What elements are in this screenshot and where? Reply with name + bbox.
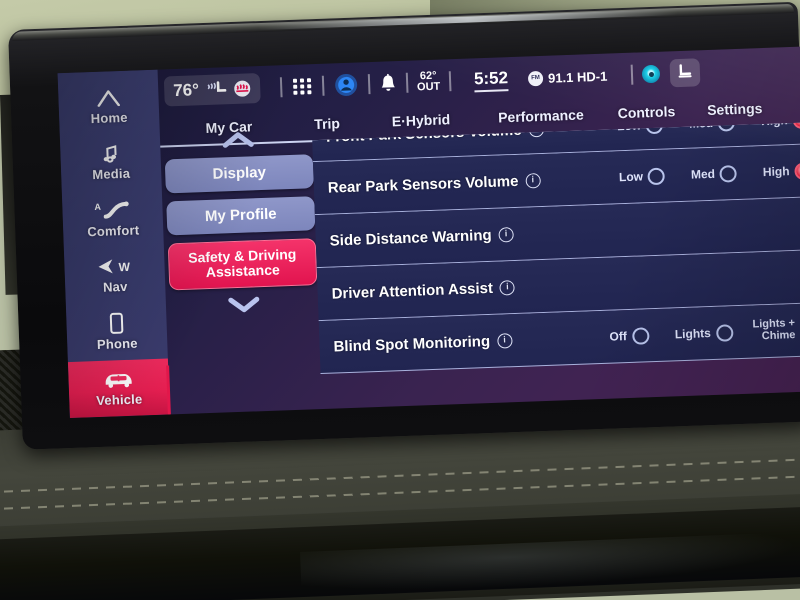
heated-seat-icon[interactable]	[206, 80, 227, 99]
vehicle-interior-scene: Home Media A Comfort W Nav Phone Vehicle…	[0, 0, 800, 600]
option-label: Low	[618, 169, 644, 184]
svg-text:A: A	[94, 202, 101, 212]
radio-station-label: 91.1 HD-1	[547, 68, 608, 86]
option-label: Lights + Chime	[752, 317, 796, 343]
rail-item-nav[interactable]: W Nav	[64, 245, 166, 305]
radio-button[interactable]	[631, 326, 650, 345]
settings-submenu: Display My Profile Safety & Driving Assi…	[164, 124, 322, 414]
setting-label-wrap: Driver Attention Assist i	[317, 268, 800, 303]
option-lights-chime[interactable]: Lights + Chime	[752, 317, 800, 343]
setting-label: Blind Spot Monitoring	[333, 332, 491, 356]
info-icon[interactable]: i	[496, 332, 513, 349]
divider	[279, 77, 283, 98]
rail-label: Media	[92, 165, 131, 183]
divider	[630, 64, 634, 85]
divider	[367, 74, 371, 95]
divider	[448, 71, 452, 92]
chevron-up-icon[interactable]	[212, 126, 265, 154]
tab-trip[interactable]: Trip	[314, 115, 340, 132]
cabin-temperature: 76°	[172, 80, 200, 101]
music-note-icon	[100, 142, 121, 165]
divider	[321, 75, 325, 96]
divider	[405, 72, 409, 93]
option-lights[interactable]: Lights	[674, 323, 734, 343]
info-icon[interactable]: i	[498, 226, 514, 243]
apps-grid-icon[interactable]	[291, 76, 314, 97]
rail-label: Phone	[96, 335, 138, 352]
option-group: Off Lights Lights + Chime	[583, 317, 800, 349]
option-label: High	[762, 163, 790, 179]
tab-performance[interactable]: Performance	[498, 106, 584, 125]
tab-e-hybrid[interactable]: E·Hybrid	[392, 111, 451, 129]
info-icon[interactable]: i	[499, 279, 516, 296]
home-icon	[96, 86, 121, 109]
info-icon[interactable]: i	[525, 172, 541, 189]
radio-button-selected[interactable]	[792, 122, 800, 129]
option-off[interactable]: Off	[609, 326, 650, 345]
outside-temp-label: OUT	[416, 80, 441, 94]
car-icon	[101, 368, 136, 391]
rail-label: Comfort	[87, 222, 140, 240]
option-label: High	[761, 122, 788, 128]
rail-item-media[interactable]: Media	[60, 132, 162, 192]
radio-button-selected[interactable]	[794, 161, 800, 180]
main-nav-rail: Home Media A Comfort W Nav Phone Vehicle	[57, 69, 170, 419]
tab-controls[interactable]: Controls	[617, 103, 675, 121]
option-high[interactable]: High	[761, 122, 800, 130]
option-label: Off	[609, 328, 628, 344]
option-group: Low Med High	[593, 161, 800, 187]
voice-assistant-icon[interactable]	[641, 64, 661, 84]
chevron-down-icon[interactable]	[218, 290, 271, 318]
option-label: Lights	[674, 325, 712, 342]
rail-active-edge	[166, 365, 171, 415]
setting-label: Driver Attention Assist	[331, 279, 494, 303]
setting-label-wrap: Side Distance Warning i	[315, 215, 800, 250]
nav-heading-label: W	[118, 260, 130, 274]
radio-button[interactable]	[719, 164, 738, 183]
settings-list[interactable]: Front Park Sensors Volume i Low Med Rear…	[312, 122, 800, 409]
clock: 5:52	[473, 67, 509, 92]
rail-item-home[interactable]: Home	[58, 76, 160, 136]
submenu-item-safety-driving-assistance[interactable]: Safety & Driving Assistance	[167, 238, 318, 290]
radio-button[interactable]	[647, 167, 666, 185]
phone-icon	[108, 312, 125, 335]
climate-status-pill[interactable]: 76°	[163, 73, 261, 107]
infotainment-screen[interactable]: Home Media A Comfort W Nav Phone Vehicle…	[57, 46, 800, 419]
option-med[interactable]: Med	[690, 164, 738, 184]
setting-label: Rear Park Sensors Volume	[327, 172, 519, 197]
rail-label: Home	[90, 109, 128, 126]
option-high[interactable]: High	[762, 161, 800, 181]
rail-label: Nav	[102, 279, 128, 296]
option-label: Med	[690, 166, 716, 182]
heated-steering-wheel-icon[interactable]	[233, 79, 252, 98]
radio-button[interactable]	[715, 323, 734, 342]
outside-temperature: 62° OUT	[416, 69, 441, 94]
radio-station-indicator[interactable]: FM 91.1 HD-1	[527, 68, 608, 86]
option-low[interactable]: Low	[619, 167, 666, 186]
tab-settings[interactable]: Settings	[707, 100, 763, 118]
setting-label-wrap: Rear Park Sensors Volume i	[314, 170, 594, 197]
submenu-item-my-profile[interactable]: My Profile	[166, 196, 316, 236]
rail-item-phone[interactable]: Phone	[66, 302, 168, 362]
fm-band-icon: FM	[527, 70, 544, 86]
seat-control-icon[interactable]	[669, 58, 701, 88]
climate-seat-icon: A	[92, 198, 133, 221]
navigation-arrow-icon: W	[92, 255, 137, 279]
rail-item-comfort[interactable]: A Comfort	[62, 189, 164, 249]
rail-label: Vehicle	[95, 391, 143, 409]
rail-item-vehicle[interactable]: Vehicle	[67, 357, 170, 419]
infotainment-display-bezel: Home Media A Comfort W Nav Phone Vehicle…	[8, 1, 800, 450]
setting-label: Side Distance Warning	[329, 226, 492, 250]
submenu-item-display[interactable]: Display	[164, 154, 314, 194]
notification-bell-icon[interactable]	[379, 73, 398, 94]
setting-label-wrap: Blind Spot Monitoring i	[319, 329, 584, 355]
user-profile-icon[interactable]	[332, 71, 359, 98]
